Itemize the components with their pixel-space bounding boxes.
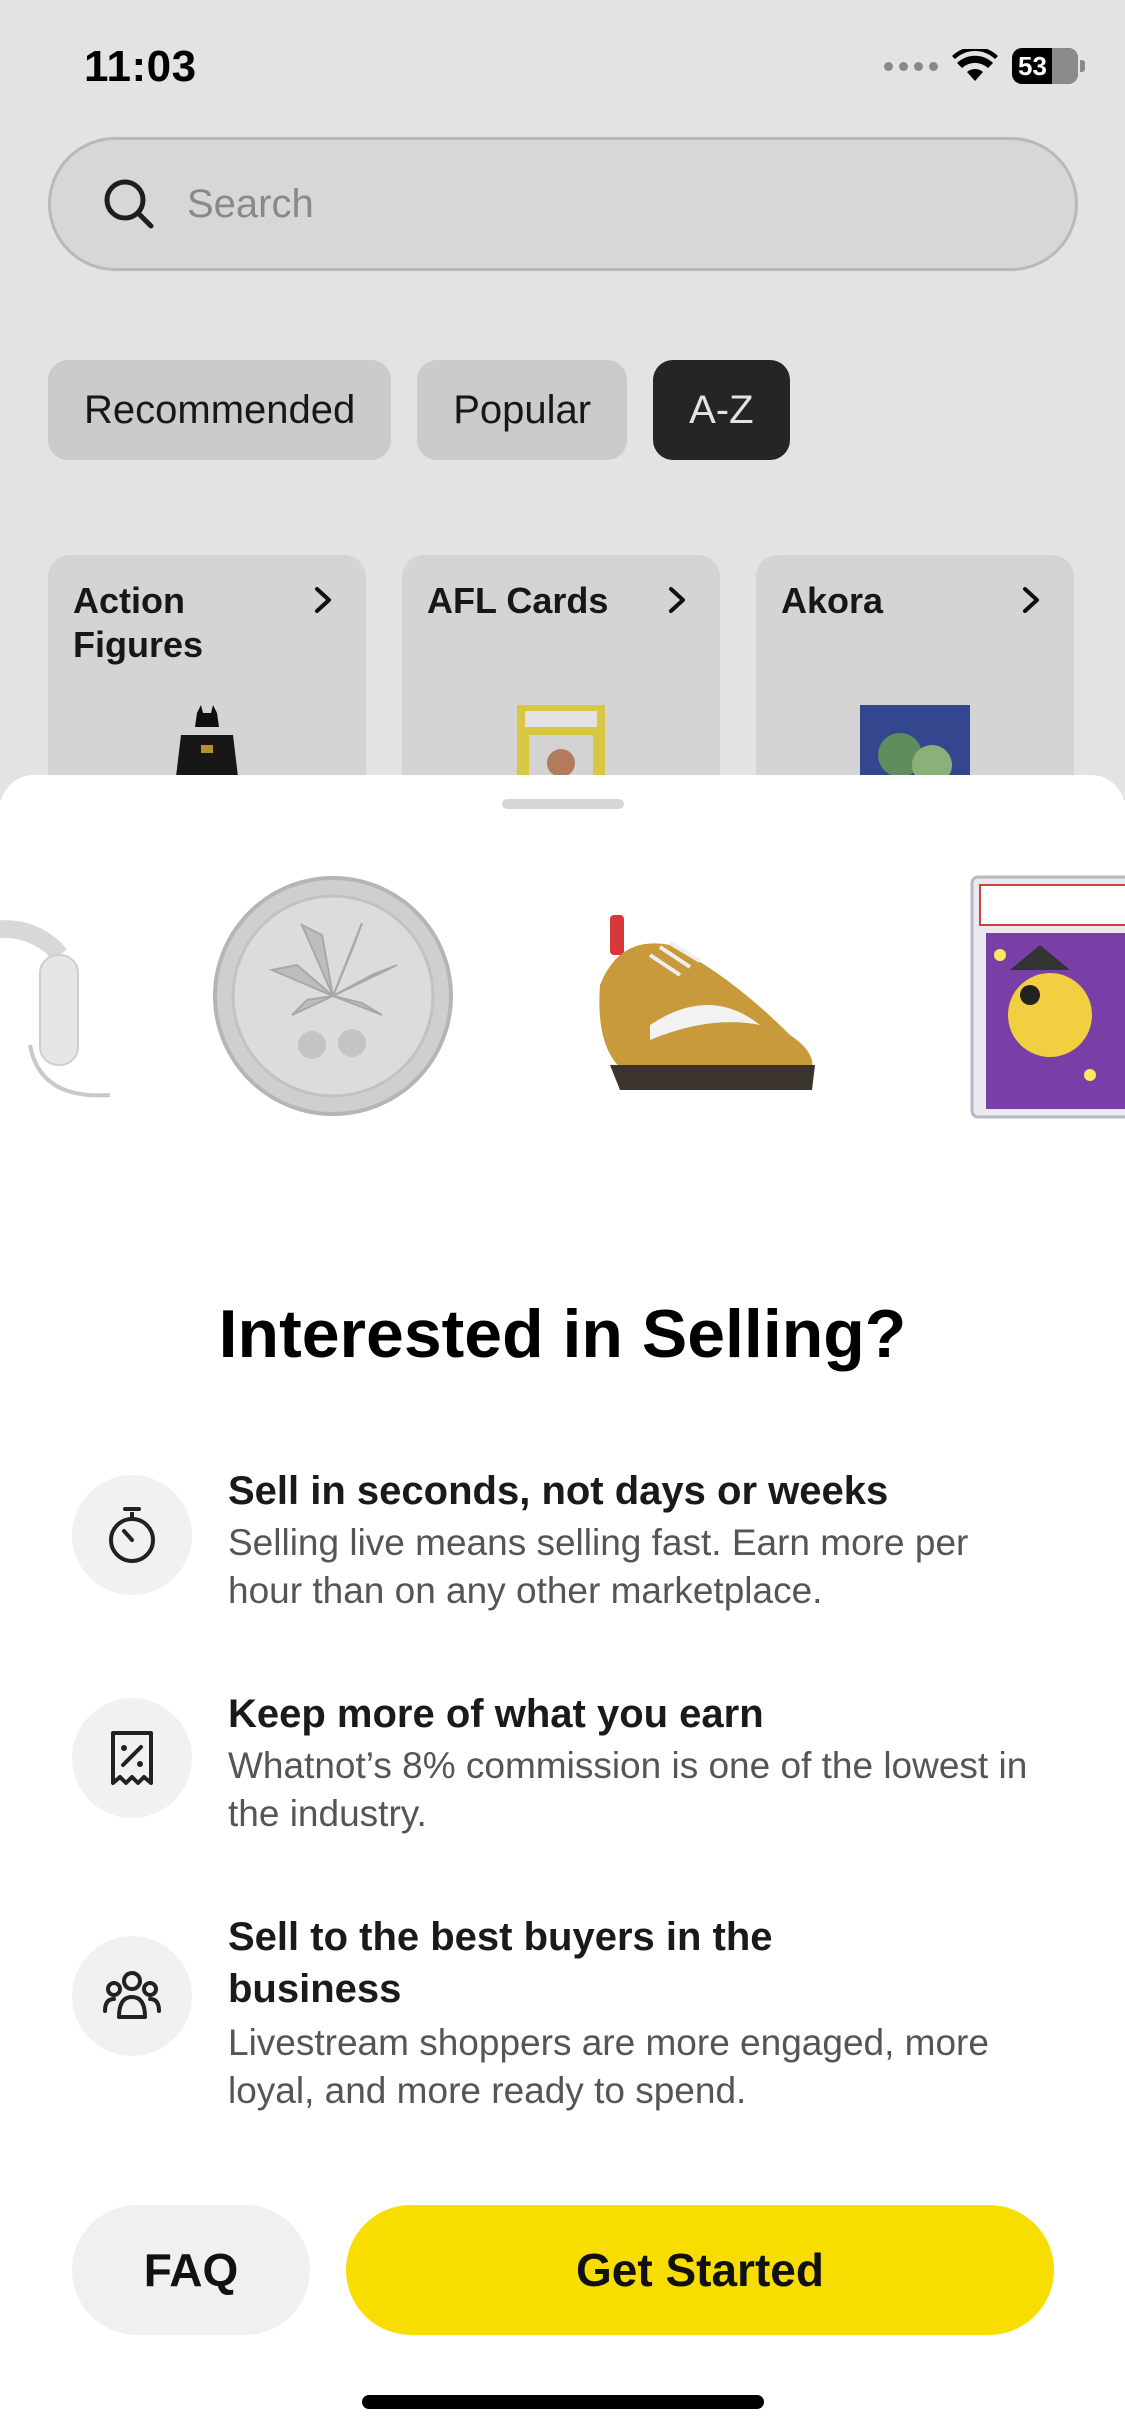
feature-body: Whatnot’s 8% commission is one of the lo… [228, 1745, 1028, 1834]
battery-icon: 53 [1012, 48, 1078, 84]
category-title: AFL Cards [427, 580, 609, 621]
selling-bottom-sheet: Interested in Selling? Sell in seconds, … [0, 775, 1125, 2436]
feature-text: Keep more of what you earn Whatnot’s 8% … [228, 1688, 1048, 1838]
search-placeholder: Search [187, 181, 314, 226]
stopwatch-icon [109, 1507, 155, 1563]
product-carousel [0, 875, 1125, 1119]
status-indicators: 53 [884, 48, 1085, 84]
category-title: Action Figures [73, 580, 204, 665]
status-bar: 11:03 53 [0, 0, 1125, 140]
feature-text: Sell in seconds, not days or weeks Selli… [228, 1465, 1048, 1615]
feature-heading: Sell to the best buyers in the business [228, 1915, 773, 2011]
get-started-button[interactable]: Get Started [346, 2205, 1054, 2335]
category-title: Akora [781, 580, 884, 621]
receipt-percent-icon [111, 1731, 153, 1785]
silver-coin-image [213, 876, 453, 1116]
people-group-icon [103, 1971, 161, 2019]
headphones-image [0, 920, 111, 1098]
search-icon [104, 179, 154, 229]
battery-tip [1080, 60, 1085, 72]
chevron-right-icon [669, 587, 685, 613]
home-indicator [362, 2395, 764, 2409]
chip-recommended[interactable]: Recommended [48, 360, 392, 460]
status-time: 11:03 [84, 42, 197, 91]
sheet-title: Interested in Selling? [218, 1296, 907, 1372]
sheet-grabber[interactable] [502, 799, 624, 809]
search-input[interactable]: Search [48, 137, 1078, 271]
feature-icon-bg [72, 1698, 192, 1818]
chevron-right-icon [315, 587, 331, 613]
sneaker-image [599, 915, 815, 1090]
graded-pokemon-card-image [970, 875, 1125, 1119]
feature-body: Livestream shoppers are more engaged, mo… [228, 2022, 989, 2111]
feature-text: Sell to the best buyers in the business [228, 1911, 788, 2015]
cellular-signal-icon [884, 61, 938, 71]
battery-level: 53 [1018, 50, 1047, 81]
feature-icon-bg [72, 1936, 192, 2056]
wifi-icon [952, 49, 998, 81]
chip-popular[interactable]: Popular [417, 360, 628, 460]
feature-heading: Keep more of what you earn [228, 1692, 764, 1736]
feature-icon-bg [72, 1475, 192, 1595]
faq-button[interactable]: FAQ [72, 2205, 310, 2335]
feature-heading: Sell in seconds, not days or weeks [228, 1469, 889, 1513]
chip-a-z[interactable]: A-Z [653, 360, 790, 460]
feature-body: Selling live means selling fast. Earn mo… [228, 1522, 969, 1611]
chevron-right-icon [1023, 587, 1039, 613]
sort-chips: Recommended Popular A-Z [48, 360, 790, 460]
